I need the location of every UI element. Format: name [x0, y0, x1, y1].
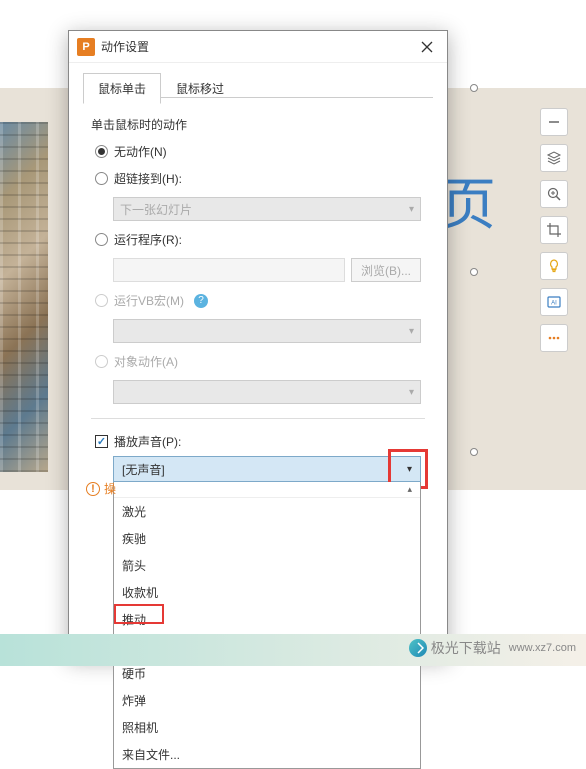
chevron-down-icon: ▾ [407, 464, 412, 475]
radio-label: 运行程序(R): [114, 231, 182, 248]
sound-option[interactable]: 照相机 [114, 714, 420, 741]
browse-button: 浏览(B)... [351, 258, 421, 282]
bulb-button[interactable] [540, 252, 568, 280]
radio-run-program[interactable]: 运行程序(R): [95, 231, 421, 248]
app-icon: P [77, 38, 95, 56]
radio-label: 对象动作(A) [114, 353, 178, 370]
slide-image-left [0, 122, 48, 472]
macro-select: ▾ [113, 319, 421, 343]
action-hint[interactable]: ! 操 [86, 480, 116, 497]
zoom-in-button[interactable] [540, 180, 568, 208]
sound-option[interactable]: 箭头 [114, 552, 420, 579]
radio-hyperlink[interactable]: 超链接到(H): [95, 170, 421, 187]
close-button[interactable] [415, 35, 439, 59]
sound-option[interactable]: 收款机 [114, 579, 420, 606]
info-icon: ! [86, 482, 100, 496]
chevron-down-icon: ▾ [409, 387, 414, 398]
action-settings-dialog: P 动作设置 鼠标单击 鼠标移过 单击鼠标时的动作 无动作(N) 超链接到(H)… [68, 30, 448, 658]
checkbox-play-sound[interactable]: 播放声音(P): [95, 433, 421, 450]
object-action-select: ▾ [113, 380, 421, 404]
sound-dropdown-list: ▴ 激光 疾驰 箭头 收款机 推动 微风 硬币 炸弹 照相机 来自文件... [113, 482, 421, 769]
radio-icon [95, 355, 108, 368]
radio-no-action[interactable]: 无动作(N) [95, 143, 421, 160]
watermark-icon [409, 639, 427, 657]
side-toolbar: AI [540, 108, 568, 352]
sound-option-highlighted[interactable]: 推动 [114, 606, 420, 633]
dialog-content: 单击鼠标时的动作 无动作(N) 超链接到(H): 下一张幻灯片 ▾ 运行程序(R… [69, 104, 447, 769]
slide-title-fragment: 页 [440, 160, 498, 241]
sound-option[interactable]: 炸弹 [114, 687, 420, 714]
radio-label: 运行VB宏(M) [114, 292, 184, 309]
checkbox-label: 播放声音(P): [114, 433, 181, 450]
dialog-titlebar: P 动作设置 [69, 31, 447, 63]
program-path-input [113, 258, 345, 282]
svg-text:AI: AI [551, 301, 557, 307]
help-icon[interactable]: ? [194, 294, 208, 308]
layers-button[interactable] [540, 144, 568, 172]
sound-select[interactable]: [无声音] ▾ [113, 456, 421, 482]
sound-option[interactable]: 疾驰 [114, 525, 420, 552]
radio-icon [95, 172, 108, 185]
ai-button[interactable]: AI [540, 288, 568, 316]
dialog-tabs: 鼠标单击 鼠标移过 [83, 73, 433, 104]
radio-run-macro: 运行VB宏(M) ? [95, 292, 421, 309]
more-button[interactable] [540, 324, 568, 352]
minus-button[interactable] [540, 108, 568, 136]
radio-label: 无动作(N) [114, 143, 167, 160]
crop-button[interactable] [540, 216, 568, 244]
radio-label: 超链接到(H): [114, 170, 182, 187]
tab-mouse-hover[interactable]: 鼠标移过 [161, 73, 239, 104]
sound-option[interactable]: 来自文件... [114, 741, 420, 768]
sound-option[interactable]: 激光 [114, 498, 420, 525]
chevron-down-icon: ▾ [409, 204, 414, 215]
radio-object-action: 对象动作(A) [95, 353, 421, 370]
divider [91, 418, 425, 419]
watermark: 极光下载站 www.xz7.com [409, 638, 576, 658]
radio-icon [95, 233, 108, 246]
tab-mouse-click[interactable]: 鼠标单击 [83, 73, 161, 104]
radio-icon [95, 294, 108, 307]
hyperlink-select: 下一张幻灯片 ▾ [113, 197, 421, 221]
group-label: 单击鼠标时的动作 [91, 116, 425, 133]
chevron-down-icon: ▾ [409, 326, 414, 337]
sound-selected-value: [无声音] [122, 461, 165, 478]
watermark-url: www.xz7.com [509, 642, 576, 654]
checkbox-icon [95, 435, 108, 448]
radio-icon [95, 145, 108, 158]
dialog-title: 动作设置 [101, 38, 415, 55]
scroll-up-icon[interactable]: ▴ [114, 482, 420, 498]
